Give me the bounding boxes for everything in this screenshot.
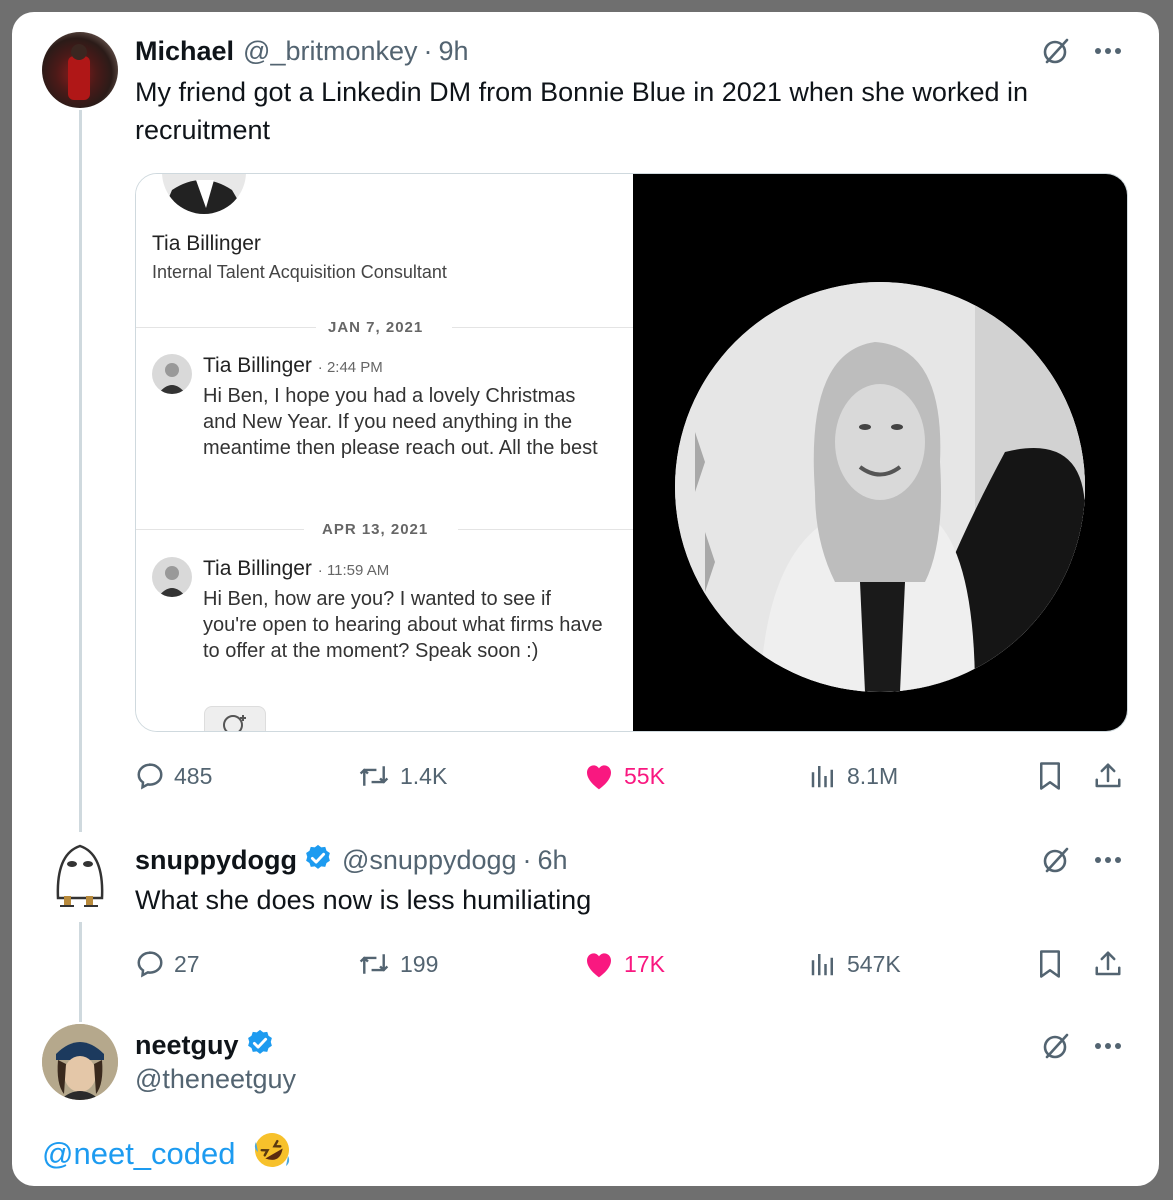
message-date: JAN 7, 2021 (328, 319, 424, 336)
repost-icon (359, 766, 389, 786)
views-icon (811, 766, 833, 788)
repost-button[interactable]: 199 (357, 948, 438, 980)
profile-name: Tia Billinger (152, 232, 261, 255)
message-sender: Tia Billinger · 2:44 PM (203, 354, 383, 378)
repost-button[interactable]: 1.4K (357, 760, 447, 792)
heart-icon (587, 765, 611, 790)
verified-icon (303, 843, 333, 878)
thread-line (79, 922, 82, 1022)
share-icon[interactable] (1090, 760, 1126, 792)
repost-count: 199 (400, 950, 439, 977)
sender-name: Tia Billinger (203, 354, 312, 377)
message-sender: Tia Billinger · 11:59 AM (203, 557, 389, 581)
author-name[interactable]: neetguy (135, 1030, 239, 1061)
message-time: · 11:59 AM (317, 562, 390, 579)
tweet-text: What she does now is less humiliating (135, 885, 592, 915)
reply-count: 485 (174, 762, 213, 789)
bookmark-icon[interactable] (1032, 948, 1068, 980)
message-date: APR 13, 2021 (322, 521, 429, 538)
author-name[interactable]: Michael (135, 36, 234, 67)
more-icon[interactable] (1088, 33, 1128, 69)
bookmark-icon[interactable] (1032, 760, 1068, 792)
like-button[interactable]: 17K (583, 948, 665, 980)
reply-button[interactable]: 27 (135, 948, 200, 980)
profile-title: Internal Talent Acquisition Consultant (152, 262, 447, 282)
thread-line (79, 110, 82, 832)
tweet-time[interactable]: 6h (538, 845, 568, 876)
views-count: 547K (847, 950, 901, 977)
sender-avatar (152, 557, 192, 597)
reply-icon (137, 763, 163, 790)
grok-icon[interactable] (1038, 1028, 1074, 1064)
tweet-text: @neet_coded (42, 1130, 292, 1178)
reaction-button (204, 706, 266, 731)
profile-photo (675, 282, 1085, 692)
profile-photo-panel (633, 174, 1127, 731)
grok-icon[interactable] (1038, 33, 1074, 69)
more-icon[interactable] (1088, 1028, 1128, 1064)
verified-icon (245, 1028, 275, 1063)
views-button[interactable]: 8.1M (808, 760, 898, 792)
profile-avatar (162, 174, 246, 214)
avatar[interactable] (42, 834, 118, 910)
repost-count: 1.4K (400, 762, 448, 789)
reply-count: 27 (174, 950, 200, 977)
separator-dot: · (522, 844, 532, 875)
separator-dot: · (423, 35, 433, 66)
mention-link[interactable]: @neet_coded (42, 1136, 236, 1171)
avatar[interactable] (42, 32, 118, 108)
views-icon (811, 954, 833, 976)
avatar[interactable] (42, 1024, 118, 1100)
repost-icon (359, 954, 389, 974)
grok-icon[interactable] (1038, 842, 1074, 878)
author-handle[interactable]: @theneetguy (135, 1064, 296, 1095)
date-divider (452, 327, 633, 328)
views-button[interactable]: 547K (808, 948, 901, 980)
views-count: 8.1M (847, 762, 899, 789)
author-name[interactable]: snuppydogg (135, 845, 297, 876)
share-icon[interactable] (1090, 948, 1126, 980)
rofl-emoji-icon (252, 1130, 292, 1178)
tweet-time[interactable]: 9h (439, 36, 469, 67)
like-count: 55K (624, 762, 665, 789)
author-handle[interactable]: @_britmonkey (243, 36, 417, 67)
tweet-text: My friend got a Linkedin DM from Bonnie … (135, 77, 1028, 145)
more-icon[interactable] (1088, 842, 1128, 878)
reply-button[interactable]: 485 (135, 760, 212, 792)
date-divider (136, 529, 304, 530)
like-button[interactable]: 55K (583, 760, 665, 792)
thread-container: Michael @_britmonkey · 9h My friend got … (12, 12, 1159, 1186)
date-divider (458, 529, 633, 530)
heart-icon (587, 953, 611, 978)
message-time: · 2:44 PM (317, 359, 383, 376)
tweet-media[interactable]: Tia Billinger Internal Talent Acquisitio… (135, 173, 1128, 732)
like-count: 17K (624, 950, 665, 977)
author-handle[interactable]: @snuppydogg (342, 845, 517, 876)
date-divider (136, 327, 316, 328)
message-body: Hi Ben, I hope you had a lovely Christma… (203, 385, 598, 459)
dm-screenshot: Tia Billinger Internal Talent Acquisitio… (136, 174, 633, 731)
sender-name: Tia Billinger (203, 557, 312, 580)
reply-icon (137, 951, 163, 978)
sender-avatar (152, 354, 192, 394)
message-body: Hi Ben, how are you? I wanted to see if … (203, 588, 603, 662)
